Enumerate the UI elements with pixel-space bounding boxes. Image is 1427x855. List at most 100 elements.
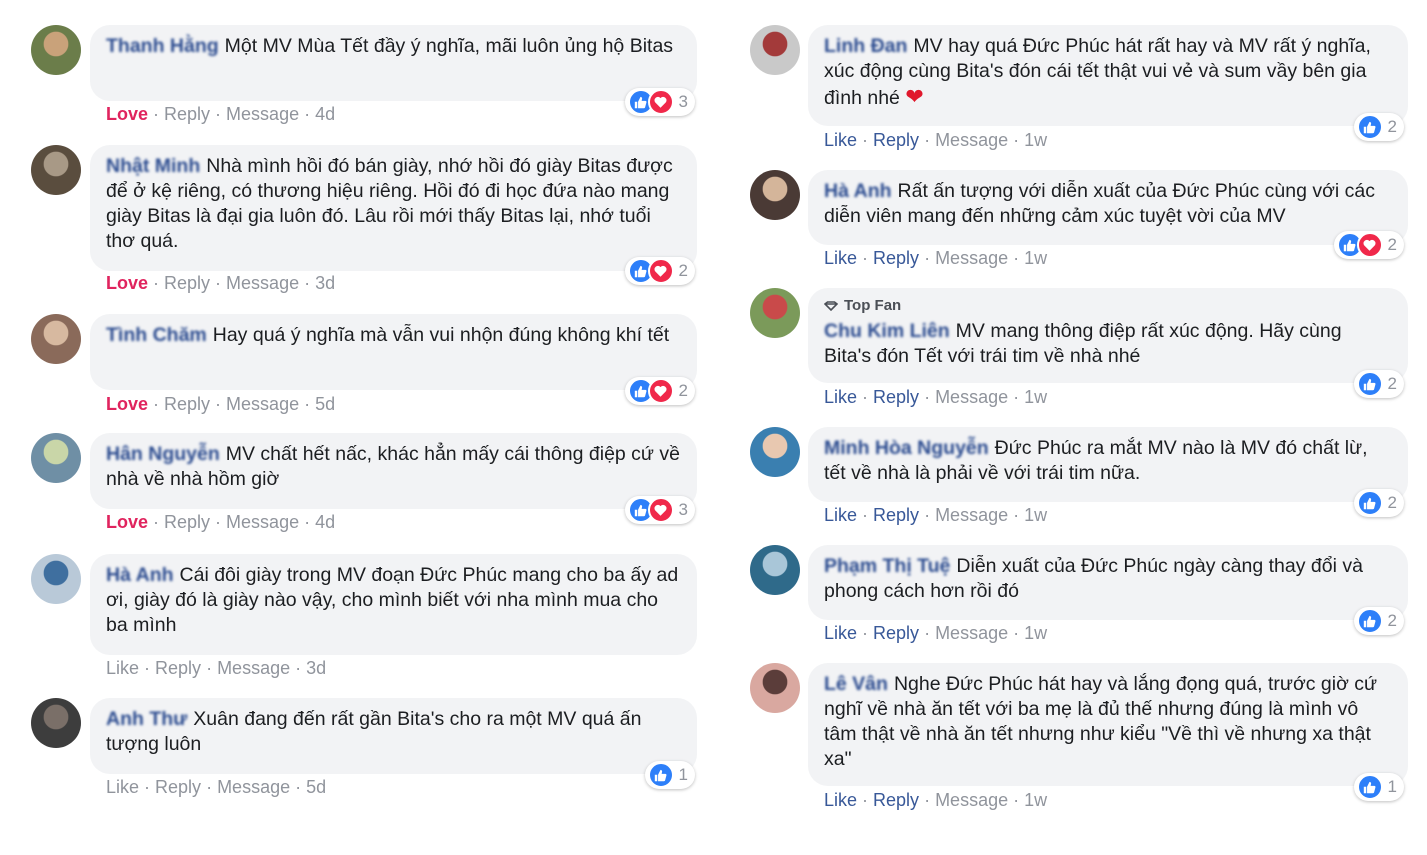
love-button[interactable]: Love bbox=[106, 394, 148, 414]
commenter-name[interactable]: Hà Anh bbox=[824, 180, 892, 202]
reaction-summary[interactable]: 2 bbox=[1353, 489, 1404, 517]
message-button[interactable]: Message bbox=[935, 623, 1008, 643]
timestamp[interactable]: 1w bbox=[1024, 790, 1047, 810]
reply-button[interactable]: Reply bbox=[873, 248, 919, 268]
commenter-name[interactable]: Phạm Thị Tuệ bbox=[824, 555, 950, 577]
reaction-count: 1 bbox=[678, 765, 688, 784]
reaction-summary[interactable]: 2 bbox=[1353, 370, 1404, 398]
avatar[interactable] bbox=[31, 554, 81, 604]
timestamp[interactable]: 1w bbox=[1024, 623, 1047, 643]
avatar[interactable] bbox=[750, 288, 800, 338]
commenter-name[interactable]: Minh Hòa Nguyễn bbox=[824, 437, 989, 459]
reply-button[interactable]: Reply bbox=[873, 387, 919, 407]
reaction-summary[interactable]: 2 bbox=[1353, 113, 1404, 141]
timestamp[interactable]: 3d bbox=[306, 658, 326, 678]
timestamp[interactable]: 4d bbox=[315, 512, 335, 532]
timestamp[interactable]: 5d bbox=[315, 394, 335, 414]
commenter-name[interactable]: Thanh Hằng bbox=[106, 35, 219, 57]
timestamp[interactable]: 1w bbox=[1024, 387, 1047, 407]
comment-text: Một MV Mùa Tết đầy ý nghĩa, mãi luôn ủng… bbox=[224, 35, 674, 57]
avatar[interactable] bbox=[31, 314, 81, 364]
message-button[interactable]: Message bbox=[935, 505, 1008, 525]
timestamp[interactable]: 1w bbox=[1024, 505, 1047, 525]
like-button[interactable]: Like bbox=[824, 387, 857, 407]
message-button[interactable]: Message bbox=[217, 658, 290, 678]
reaction-summary[interactable]: 2 bbox=[1353, 607, 1404, 635]
reaction-summary[interactable]: 2 bbox=[624, 257, 695, 285]
message-button[interactable]: Message bbox=[935, 130, 1008, 150]
reply-button[interactable]: Reply bbox=[873, 130, 919, 150]
separator: · bbox=[153, 104, 160, 124]
reply-button[interactable]: Reply bbox=[873, 505, 919, 525]
message-button[interactable]: Message bbox=[226, 104, 299, 124]
reply-button[interactable]: Reply bbox=[873, 790, 919, 810]
like-button[interactable]: Like bbox=[824, 790, 857, 810]
comment-actions: Like · Reply · Message · 5d bbox=[106, 776, 326, 798]
avatar[interactable] bbox=[31, 25, 81, 75]
avatar[interactable] bbox=[750, 663, 800, 713]
commenter-name[interactable]: Hà Anh bbox=[106, 564, 174, 586]
message-button[interactable]: Message bbox=[226, 273, 299, 293]
reply-button[interactable]: Reply bbox=[164, 394, 210, 414]
like-button[interactable]: Like bbox=[824, 248, 857, 268]
reaction-summary[interactable]: 3 bbox=[624, 496, 695, 524]
avatar[interactable] bbox=[31, 145, 81, 195]
message-button[interactable]: Message bbox=[935, 248, 1008, 268]
message-button[interactable]: Message bbox=[217, 777, 290, 797]
message-button[interactable]: Message bbox=[226, 512, 299, 532]
reply-button[interactable]: Reply bbox=[164, 104, 210, 124]
avatar[interactable] bbox=[750, 25, 800, 75]
message-button[interactable]: Message bbox=[226, 394, 299, 414]
separator: · bbox=[1013, 505, 1020, 525]
message-button[interactable]: Message bbox=[935, 790, 1008, 810]
reply-button[interactable]: Reply bbox=[873, 623, 919, 643]
timestamp[interactable]: 1w bbox=[1024, 248, 1047, 268]
avatar[interactable] bbox=[31, 433, 81, 483]
message-button[interactable]: Message bbox=[935, 387, 1008, 407]
commenter-name[interactable]: Chu Kim Liên bbox=[824, 320, 950, 342]
avatar[interactable] bbox=[31, 698, 81, 748]
separator: · bbox=[924, 130, 931, 150]
avatar[interactable] bbox=[750, 170, 800, 220]
reaction-summary[interactable]: 1 bbox=[1353, 773, 1404, 801]
like-button[interactable]: Like bbox=[824, 505, 857, 525]
reaction-count: 2 bbox=[1387, 235, 1397, 254]
avatar[interactable] bbox=[750, 545, 800, 595]
comment-actions: Love · Reply · Message · 3d bbox=[106, 272, 335, 294]
like-reaction-icon bbox=[647, 762, 674, 788]
timestamp[interactable]: 1w bbox=[1024, 130, 1047, 150]
like-reaction-icon bbox=[1356, 608, 1383, 634]
love-button[interactable]: Love bbox=[106, 104, 148, 124]
reply-button[interactable]: Reply bbox=[164, 512, 210, 532]
commenter-name[interactable]: Lê Vân bbox=[824, 673, 888, 695]
reply-button[interactable]: Reply bbox=[155, 777, 201, 797]
reply-button[interactable]: Reply bbox=[164, 273, 210, 293]
timestamp[interactable]: 4d bbox=[315, 104, 335, 124]
like-button[interactable]: Like bbox=[824, 130, 857, 150]
separator: · bbox=[1013, 248, 1020, 268]
like-button[interactable]: Like bbox=[106, 777, 139, 797]
commenter-name[interactable]: Anh Thư bbox=[106, 708, 187, 730]
reaction-summary[interactable]: 3 bbox=[624, 88, 695, 116]
avatar[interactable] bbox=[750, 427, 800, 477]
like-button[interactable]: Like bbox=[106, 658, 139, 678]
reaction-count: 1 bbox=[1387, 777, 1397, 796]
top-fan-label: Top Fan bbox=[844, 297, 902, 314]
reply-button[interactable]: Reply bbox=[155, 658, 201, 678]
timestamp[interactable]: 3d bbox=[315, 273, 335, 293]
separator: · bbox=[862, 387, 869, 407]
love-button[interactable]: Love bbox=[106, 273, 148, 293]
separator: · bbox=[304, 104, 311, 124]
commenter-name[interactable]: Hân Nguyễn bbox=[106, 443, 220, 465]
reaction-summary[interactable]: 2 bbox=[1333, 231, 1404, 259]
reaction-summary[interactable]: 2 bbox=[624, 377, 695, 405]
commenter-name[interactable]: Linh Đan bbox=[824, 35, 907, 57]
separator: · bbox=[153, 394, 160, 414]
comment-bubble: Hà Anh Cái đôi giày trong MV đoạn Đức Phú… bbox=[90, 554, 697, 655]
like-button[interactable]: Like bbox=[824, 623, 857, 643]
love-button[interactable]: Love bbox=[106, 512, 148, 532]
reaction-summary[interactable]: 1 bbox=[644, 761, 695, 789]
timestamp[interactable]: 5d bbox=[306, 777, 326, 797]
commenter-name[interactable]: Nhật Minh bbox=[106, 155, 200, 177]
commenter-name[interactable]: Tình Chăm bbox=[106, 324, 207, 346]
